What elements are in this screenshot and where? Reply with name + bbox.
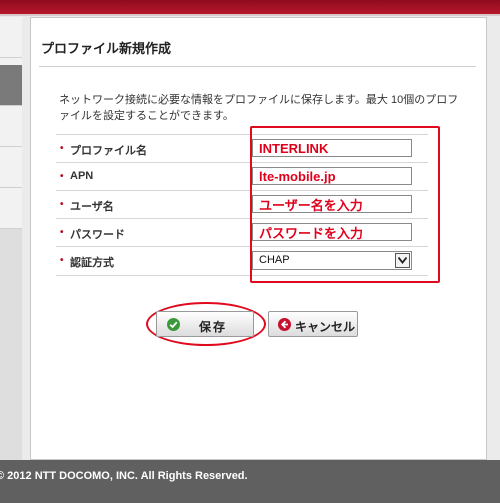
- sidebar-item-5[interactable]: [0, 188, 22, 229]
- arrow-left-circle-icon: [278, 318, 291, 331]
- sidebar-item-4[interactable]: [0, 147, 22, 188]
- sidebar-item-3[interactable]: [0, 106, 22, 147]
- cancel-button[interactable]: キャンセル: [268, 311, 358, 337]
- bullet-icon: •: [60, 227, 64, 238]
- top-brand-bar: [0, 0, 500, 14]
- bullet-icon: •: [60, 143, 64, 154]
- cancel-button-label: キャンセル: [295, 320, 356, 334]
- title-divider: [39, 66, 476, 67]
- bullet-icon: •: [60, 255, 64, 266]
- sidebar-item-1[interactable]: [0, 17, 22, 58]
- password-label: パスワード: [70, 229, 125, 241]
- check-circle-icon: [167, 318, 180, 331]
- sidebar-item-active[interactable]: [0, 65, 22, 106]
- page-title: プロファイル新規作成: [41, 41, 172, 56]
- save-button-label: 保存: [199, 320, 228, 334]
- bullet-icon: •: [60, 199, 64, 210]
- apn-label: APN: [70, 170, 94, 182]
- profile-name-label: プロファイル名: [70, 145, 147, 157]
- page-description: ネットワーク接続に必要な情報をプロファイルに保存します。最大 10個のプロファイ…: [59, 94, 459, 122]
- input-highlight-annotation: [250, 126, 440, 283]
- top-divider: [0, 14, 500, 16]
- footer: © 2012 NTT DOCOMO, INC. All Rights Reser…: [0, 460, 500, 503]
- save-button[interactable]: 保存: [156, 311, 254, 337]
- copyright-text: © 2012 NTT DOCOMO, INC. All Rights Reser…: [0, 470, 248, 482]
- username-label: ユーザ名: [70, 201, 114, 213]
- bullet-icon: •: [60, 171, 64, 182]
- auth-method-label: 認証方式: [70, 257, 114, 269]
- sidebar: [0, 17, 22, 460]
- right-margin: [487, 17, 500, 460]
